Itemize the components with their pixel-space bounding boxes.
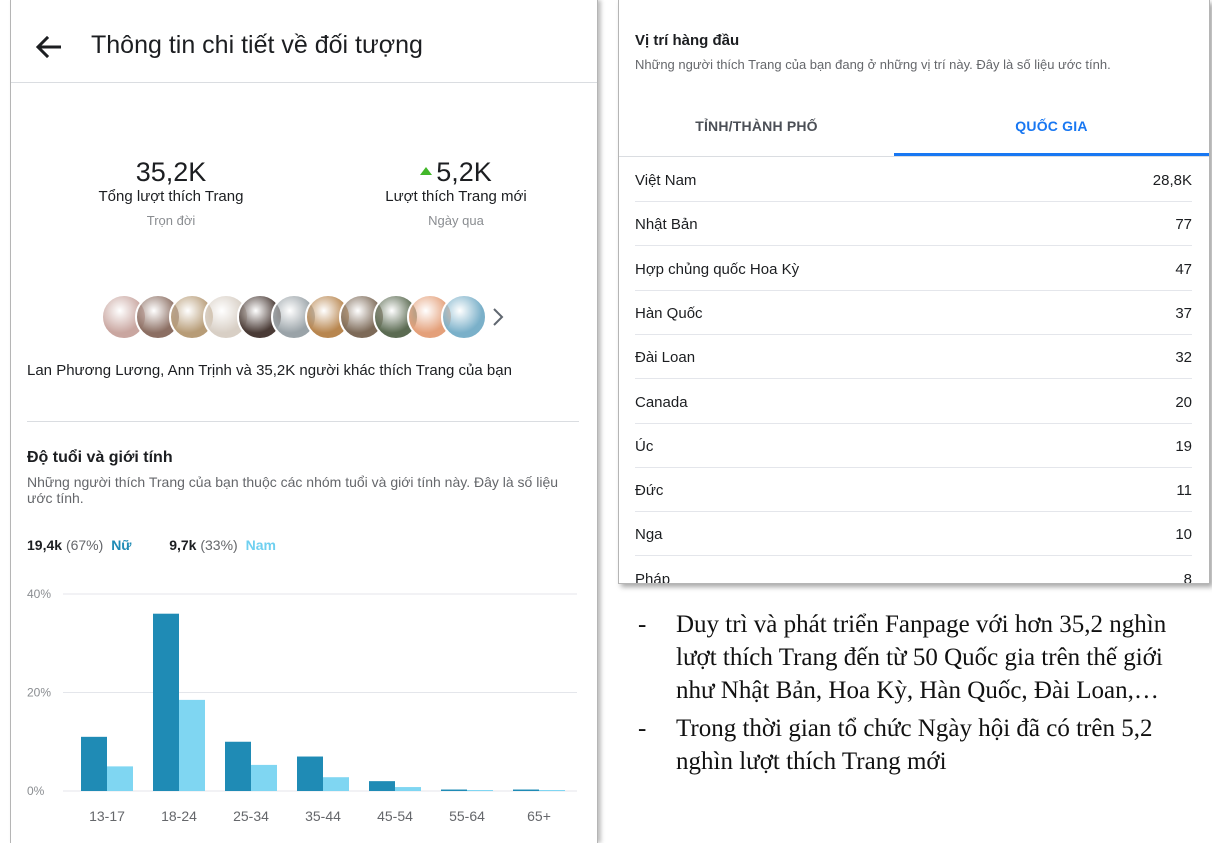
note-item: - Trong thời gian tổ chức Ngày hội đã có…: [634, 712, 1204, 778]
male-count: 9,7k: [169, 537, 197, 553]
location-name: Nga: [635, 526, 663, 544]
x-tick-label: 18-24: [161, 808, 197, 824]
location-name: Hợp chủng quốc Hoa Kỳ: [635, 260, 800, 278]
location-name: Việt Nam: [635, 172, 697, 189]
gender-summary: 19,4k (67%) Nữ 9,7k (33%) Nam: [27, 537, 276, 553]
page-title: Thông tin chi tiết về đối tượng: [91, 31, 423, 59]
age-gender-title: Độ tuổi và giới tính: [27, 449, 173, 466]
location-row: Canada 20: [635, 380, 1192, 424]
avatar[interactable]: [441, 294, 487, 340]
bar-male[interactable]: [467, 790, 493, 792]
bar-female[interactable]: [81, 736, 107, 791]
x-tick-label: 65+: [527, 808, 551, 824]
tab-divider: [619, 156, 1209, 157]
new-likes-value-row: 5,2K: [356, 157, 556, 187]
likers-summary: Lan Phương Lương, Ann Trịnh và 35,2K ngư…: [27, 362, 512, 379]
location-row: Hợp chủng quốc Hoa Kỳ 47: [635, 247, 1192, 291]
bar-male[interactable]: [395, 787, 421, 791]
bullet-dash: -: [638, 715, 647, 742]
audience-insights-screen: Thông tin chi tiết về đối tượng 35,2K Tổ…: [10, 0, 598, 843]
new-likes-stat: 5,2K Lượt thích Trang mới Ngày qua: [356, 157, 556, 229]
male-percent: (33%): [200, 537, 238, 553]
x-tick-label: 35-44: [305, 808, 341, 824]
bar-female[interactable]: [369, 781, 395, 791]
location-row: Nga 10: [635, 512, 1192, 557]
total-likes-value: 35,2K: [135, 157, 207, 187]
location-value: 28,8K: [1152, 172, 1192, 189]
y-tick-label: 40%: [27, 587, 51, 601]
top-locations-title: Vị trí hàng đầu: [635, 32, 740, 49]
location-name: Đài Loan: [635, 349, 696, 367]
age-gender-chart: 40% 20% 0% 13-17 18-24 25-34 35-44 45-54 55-64 65…: [27, 587, 577, 824]
location-row: Đức 11: [635, 468, 1192, 513]
new-likes-period: Ngày qua: [428, 213, 484, 228]
age-gender-description: Những người thích Trang của bạn thuộc cá…: [27, 474, 559, 506]
location-row: Hàn Quốc 37: [635, 291, 1192, 335]
back-arrow-icon[interactable]: [35, 36, 63, 58]
new-likes-value: 5,2K: [436, 157, 492, 187]
location-name: Đức: [635, 482, 664, 500]
x-tick-label: 25-34: [233, 808, 269, 824]
location-value: 77: [1175, 216, 1192, 234]
location-name: Hàn Quốc: [635, 304, 703, 322]
total-likes-period: Trọn đời: [146, 213, 196, 228]
header-bar: Thông tin chi tiết về đối tượng: [11, 0, 597, 83]
y-tick-label: 20%: [27, 686, 51, 700]
bar-male[interactable]: [539, 790, 565, 792]
chevron-right-icon[interactable]: [491, 306, 505, 328]
female-label: Nữ: [111, 537, 132, 553]
tab-country[interactable]: QUỐC GIA: [894, 118, 1209, 156]
location-row: Đài Loan 32: [635, 335, 1192, 380]
tab-city[interactable]: TỈNH/THÀNH PHỐ: [619, 118, 894, 156]
location-row: Úc 19: [635, 424, 1192, 468]
top-locations-description: Những người thích Trang của bạn đang ở n…: [635, 57, 1111, 72]
x-tick-label: 55-64: [449, 808, 485, 824]
total-likes-label: Tổng lượt thích Trang: [98, 188, 244, 205]
bullet-dash: -: [638, 611, 647, 638]
location-row: Nhật Bản 77: [635, 202, 1192, 247]
location-value: 11: [1176, 482, 1192, 500]
location-row: Việt Nam 28,8K: [635, 158, 1192, 202]
total-likes-stat: 35,2K Tổng lượt thích Trang Trọn đời: [71, 157, 271, 229]
trend-up-icon: [420, 167, 433, 175]
bar-male[interactable]: [179, 699, 205, 791]
bar-female[interactable]: [225, 741, 251, 791]
top-locations-screen: Vị trí hàng đầu Những người thích Trang …: [618, 0, 1210, 584]
location-value: 47: [1175, 260, 1192, 278]
location-value: 19: [1175, 437, 1192, 455]
bar-female[interactable]: [441, 789, 467, 791]
bar-male[interactable]: [323, 777, 349, 791]
location-name: Nhật Bản: [635, 216, 698, 234]
x-tick-label: 45-54: [377, 808, 413, 824]
location-value: 10: [1175, 526, 1192, 544]
x-tick-label: 13-17: [89, 808, 125, 824]
note-text: Trong thời gian tổ chức Ngày hội đã có t…: [676, 715, 1153, 775]
note-text: Duy trì và phát triển Fanpage với hơn 35…: [676, 611, 1167, 704]
location-value: 37: [1175, 304, 1192, 322]
bar-male[interactable]: [251, 764, 277, 791]
location-name: Pháp: [635, 570, 671, 584]
y-tick-label: 0%: [27, 784, 45, 798]
location-value: 20: [1175, 393, 1192, 411]
bar-female[interactable]: [513, 789, 539, 791]
divider: [27, 421, 579, 422]
new-likes-label: Lượt thích Trang mới: [385, 188, 527, 205]
bar-male[interactable]: [107, 766, 133, 791]
location-value: 8: [1183, 570, 1192, 584]
location-name: Canada: [635, 393, 688, 411]
male-label: Nam: [245, 537, 276, 553]
bar-female[interactable]: [153, 613, 179, 791]
note-item: - Duy trì và phát triển Fanpage với hơn …: [634, 608, 1204, 707]
bar-female[interactable]: [297, 756, 323, 791]
female-count: 19,4k: [27, 537, 63, 553]
location-value: 32: [1175, 349, 1192, 367]
location-row: Pháp 8: [635, 557, 1192, 584]
location-name: Úc: [635, 437, 654, 455]
female-percent: (67%): [65, 537, 104, 553]
notes-list: - Duy trì và phát triển Fanpage với hơn …: [634, 608, 1204, 783]
